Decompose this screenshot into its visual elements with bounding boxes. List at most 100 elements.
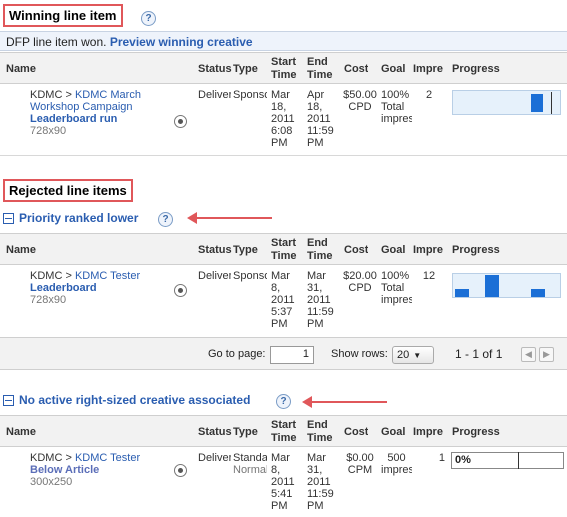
col-end-time[interactable]: End Time	[307, 56, 337, 82]
start-time-cell: Mar 8, 2011 5:41 PM	[271, 452, 295, 512]
end-time-cell: Mar 31, 2011 11:59 PM	[307, 452, 334, 512]
no-active-creative-group[interactable]: No active right-sized creative associate…	[3, 393, 250, 407]
col-start-time[interactable]: Start Time	[271, 237, 301, 263]
cost-cell: $0.00 CPM	[346, 452, 374, 476]
cost-cell: $20.00 CPD	[343, 270, 377, 294]
col-goal[interactable]: Goal	[381, 63, 405, 76]
advertiser-name: KDMC	[30, 89, 63, 101]
goto-page-input[interactable]: 1	[270, 346, 314, 364]
col-start-time[interactable]: Start Time	[271, 56, 301, 82]
winning-table-row: KDMC > KDMC March Workshop Campaign Lead…	[0, 85, 567, 153]
show-rows-label: Show rows:	[331, 348, 388, 360]
order-link[interactable]: KDMC Tester	[75, 270, 140, 282]
start-time-cell: Mar 8, 2011 5:37 PM	[271, 270, 295, 330]
target-icon[interactable]	[174, 115, 187, 128]
target-icon[interactable]	[174, 464, 187, 477]
col-start-time[interactable]: Start Time	[271, 419, 301, 445]
col-impressions[interactable]: Impre	[413, 426, 447, 439]
progress-bar: 0%	[451, 452, 564, 469]
col-status[interactable]: Status	[198, 244, 232, 257]
col-cost[interactable]: Cost	[344, 244, 368, 257]
group-title[interactable]: No active right-sized creative associate…	[19, 393, 250, 407]
divider	[0, 155, 567, 156]
name-cell: KDMC > KDMC March Workshop Campaign Lead…	[30, 89, 141, 137]
impressions-cell: 12	[422, 270, 436, 282]
col-status[interactable]: Status	[198, 426, 232, 439]
priority-ranked-lower-group[interactable]: Priority ranked lower	[3, 211, 138, 225]
chevron-right-icon: ▶	[543, 349, 550, 359]
col-progress[interactable]: Progress	[452, 426, 500, 439]
goal-cell: 500 impres	[381, 452, 412, 476]
rejected-table-header: Name Status Type Start Time End Time Cos…	[0, 415, 567, 447]
col-type[interactable]: Type	[233, 244, 258, 257]
minus-box-icon[interactable]	[3, 394, 14, 406]
prev-page-button[interactable]: ◀	[521, 347, 536, 362]
order-link[interactable]: KDMC Tester	[75, 452, 140, 464]
type-cell: Standa Normal	[233, 452, 267, 476]
chevron-down-icon: ▼	[413, 350, 422, 360]
end-time-cell: Mar 31, 2011 11:59 PM	[307, 270, 334, 330]
line-item-link[interactable]: Below Article	[30, 464, 99, 476]
col-end-time[interactable]: End Time	[307, 419, 337, 445]
type-cell: Sponso	[233, 270, 267, 282]
col-cost[interactable]: Cost	[344, 426, 368, 439]
progress-percent: 0%	[455, 454, 471, 466]
cost-cell: $50.00 CPD	[343, 89, 377, 113]
help-icon[interactable]: ?	[141, 11, 156, 26]
help-icon[interactable]: ?	[276, 394, 291, 409]
col-name[interactable]: Name	[6, 426, 36, 439]
col-progress[interactable]: Progress	[452, 244, 500, 257]
col-type[interactable]: Type	[233, 426, 258, 439]
red-arrow-icon	[302, 395, 387, 409]
preview-winning-creative-link[interactable]: Preview winning creative	[110, 35, 253, 49]
start-time-cell: Mar 18, 2011 6:08 PM	[271, 89, 295, 149]
col-name[interactable]: Name	[6, 63, 36, 76]
creative-size: 728x90	[30, 294, 67, 306]
line-item-link[interactable]: Leaderboard	[30, 282, 97, 294]
status-cell: Deliver	[198, 452, 231, 464]
goto-page-label: Go to page:	[208, 348, 266, 360]
rejected-table-row: KDMC > KDMC Tester Leaderboard 728x90 De…	[0, 266, 567, 336]
col-goal[interactable]: Goal	[381, 426, 405, 439]
red-arrow-icon	[187, 211, 272, 225]
progress-bar-fill	[531, 94, 543, 112]
goal-cell: 100% Total impres	[381, 270, 412, 306]
winning-table-header: Name Status Type Start Time End Time Cos…	[0, 52, 567, 84]
help-icon[interactable]: ?	[158, 212, 173, 227]
col-end-time[interactable]: End Time	[307, 237, 337, 263]
col-impressions[interactable]: Impre	[413, 63, 447, 76]
progress-bar	[452, 90, 561, 115]
target-icon[interactable]	[174, 284, 187, 297]
type-cell: Sponso	[233, 89, 267, 101]
group-title[interactable]: Priority ranked lower	[19, 211, 138, 225]
page-range: 1 - 1 of 1	[455, 347, 503, 361]
col-type[interactable]: Type	[233, 63, 258, 76]
progress-marker	[518, 452, 519, 469]
pagination-bar: Go to page: 1 Show rows: 20 ▼ 1 - 1 of 1…	[0, 337, 567, 370]
col-impressions[interactable]: Impre	[413, 244, 447, 257]
rows-per-page-select[interactable]: 20 ▼	[392, 346, 434, 364]
col-cost[interactable]: Cost	[344, 63, 368, 76]
col-name[interactable]: Name	[6, 244, 36, 257]
creative-size: 300x250	[30, 476, 73, 488]
rejected-table-header: Name Status Type Start Time End Time Cos…	[0, 233, 567, 265]
winning-info-text: DFP line item won.	[6, 35, 107, 49]
impressions-cell: 2	[425, 89, 433, 101]
advertiser-name: KDMC	[30, 452, 63, 464]
progress-marker	[551, 92, 552, 114]
col-status[interactable]: Status	[198, 63, 232, 76]
creative-size: 728x90	[30, 125, 67, 137]
impressions-cell: 1	[438, 452, 445, 464]
end-time-cell: Apr 18, 2011 11:59 PM	[307, 89, 334, 149]
rejected-section-title: Rejected line items	[3, 179, 133, 202]
chevron-left-icon: ◀	[525, 349, 532, 359]
winning-section-title: Winning line item	[3, 4, 123, 27]
minus-box-icon[interactable]	[3, 212, 14, 224]
rejected-table-row: KDMC > KDMC Tester Below Article 300x250…	[0, 448, 567, 517]
col-progress[interactable]: Progress	[452, 63, 500, 76]
line-item-link[interactable]: Leaderboard run	[30, 113, 117, 125]
col-goal[interactable]: Goal	[381, 244, 405, 257]
progress-bar-fill	[531, 289, 545, 297]
next-page-button[interactable]: ▶	[539, 347, 554, 362]
progress-bar-fill	[455, 289, 469, 297]
